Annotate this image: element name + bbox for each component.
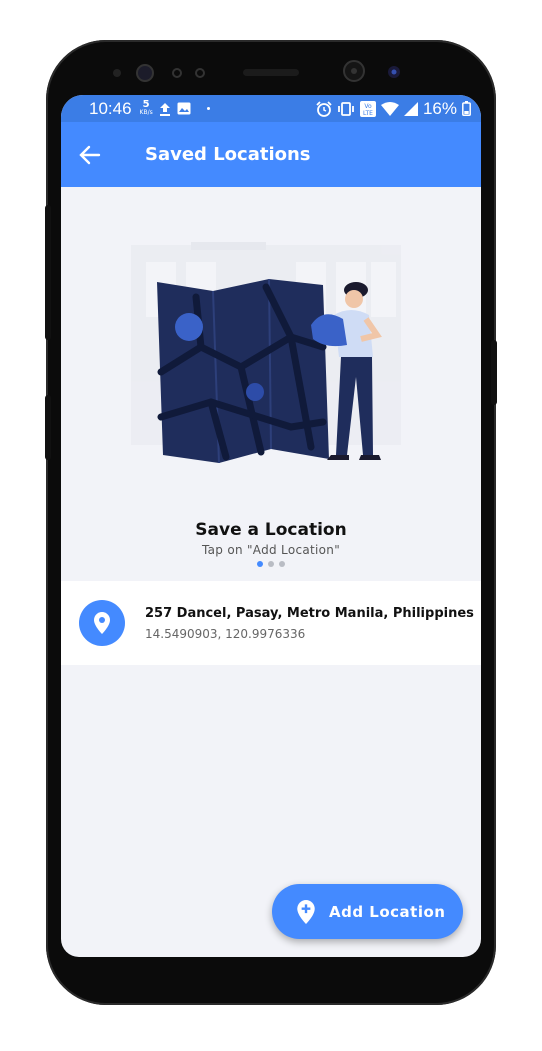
page-title: Saved Locations <box>145 144 311 165</box>
map-illustration <box>131 242 401 464</box>
onboarding-title: Save a Location <box>195 520 347 540</box>
signal-icon <box>403 101 418 116</box>
volte-icon: VoLTE <box>359 100 376 117</box>
upload-icon <box>159 102 170 116</box>
more-dot-icon <box>206 107 210 110</box>
page-dot[interactable] <box>257 561 263 567</box>
power-button <box>491 340 497 405</box>
page-dot[interactable] <box>279 561 285 567</box>
location-coordinates: 14.5490903, 120.9976336 <box>145 626 306 641</box>
net-speed: 5 KB/s <box>139 98 153 116</box>
location-address: 257 Dancel, Pasay, Metro Manila, Philipp… <box>145 605 474 621</box>
status-bar: 10:46 5 KB/s Vo LTE 16% <box>61 95 481 122</box>
status-time: 10:46 <box>89 98 132 118</box>
onboarding-carousel[interactable] <box>61 187 481 577</box>
add-location-icon <box>297 899 315 924</box>
onboarding-subtitle: Tap on "Add Location" <box>201 543 341 557</box>
location-avatar <box>79 600 125 646</box>
svg-text:LTE: LTE <box>363 110 373 117</box>
svg-text:Vo: Vo <box>364 103 372 110</box>
app-bar: Saved Locations <box>61 122 481 187</box>
top-bezel <box>60 48 482 98</box>
volume-button <box>45 205 51 340</box>
battery-icon <box>462 101 471 116</box>
arrow-back-icon <box>79 145 101 164</box>
add-location-label: Add Location <box>329 902 446 921</box>
app-screen: 10:46 5 KB/s VoLTE 16% Saved Locations <box>61 95 481 957</box>
location-list-item[interactable]: 257 Dancel, Pasay, Metro Manila, Philipp… <box>61 581 481 665</box>
page-dot[interactable] <box>268 561 274 567</box>
image-icon <box>177 102 191 115</box>
page-indicator <box>61 561 481 567</box>
bixby-button <box>45 395 51 460</box>
add-location-button[interactable]: Add Location <box>272 884 463 939</box>
battery-percent: 16% <box>422 98 457 118</box>
map-pin-icon <box>94 612 110 634</box>
alarm-icon <box>316 100 332 117</box>
back-button[interactable] <box>61 122 119 187</box>
vibrate-icon <box>338 101 354 116</box>
wifi-icon <box>380 101 399 116</box>
